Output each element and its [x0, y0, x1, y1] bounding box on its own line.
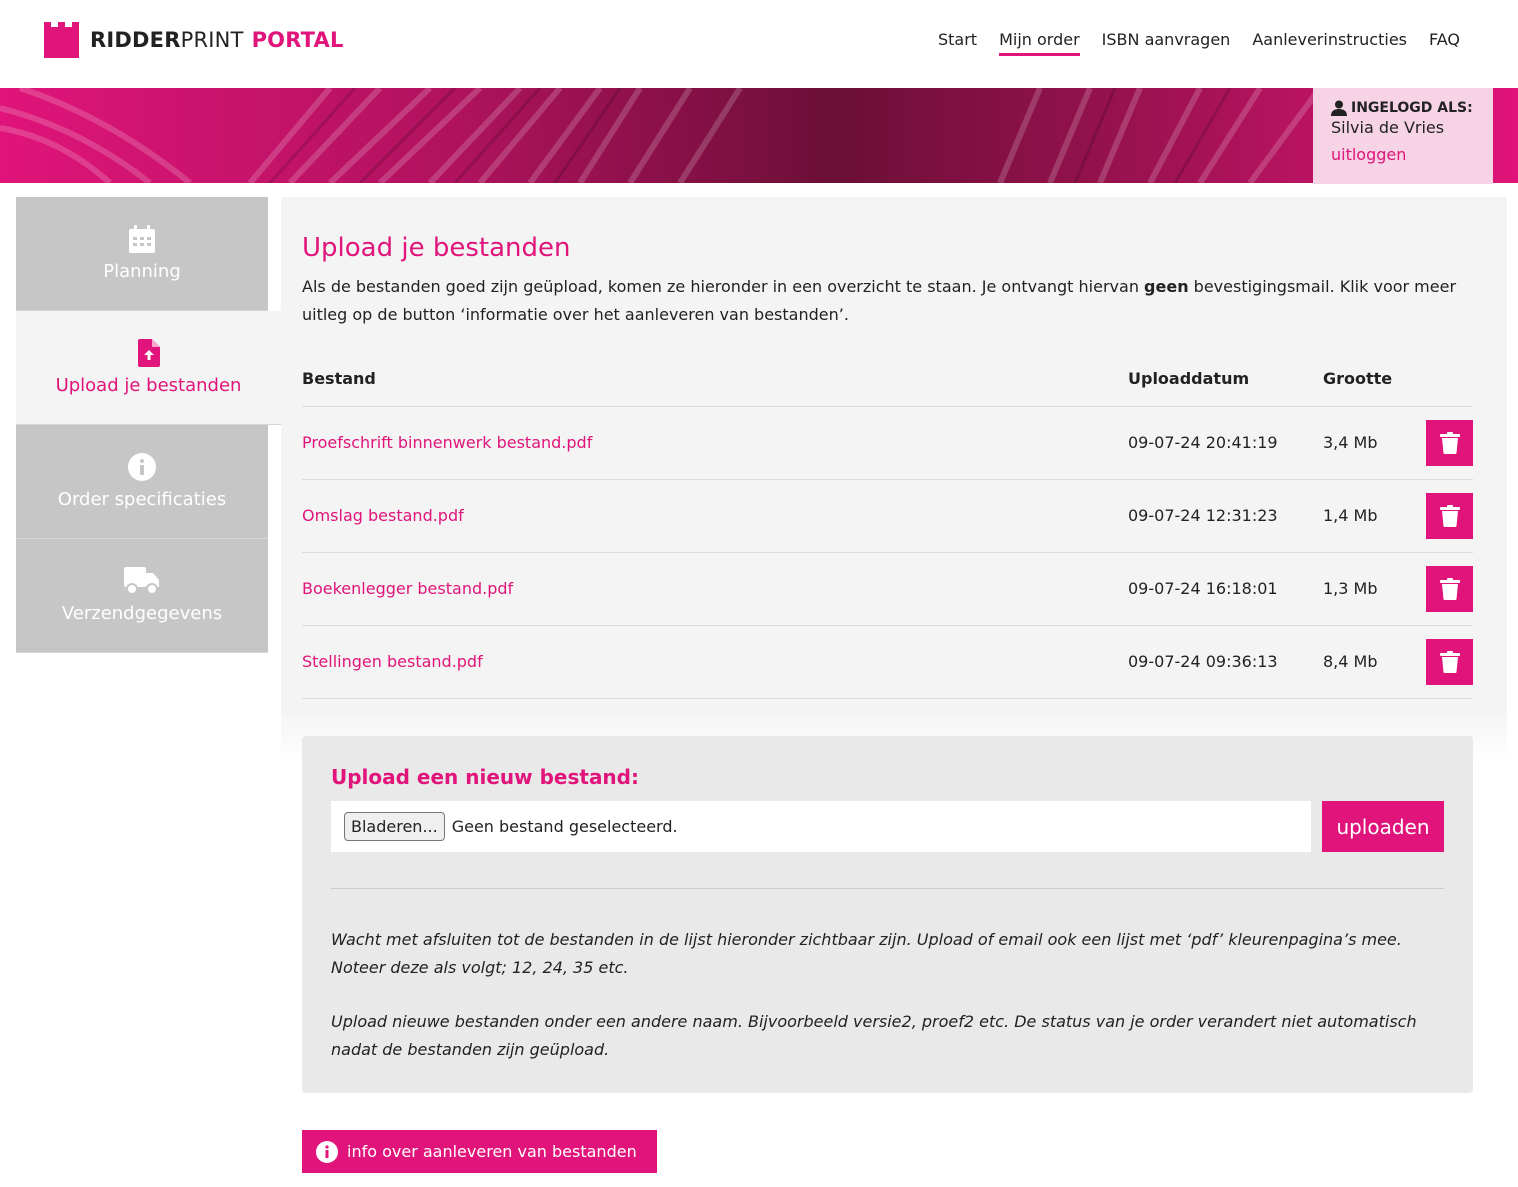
- browse-button[interactable]: Bladeren...: [344, 812, 445, 841]
- nav-aanleverinstructies[interactable]: Aanleverinstructies: [1252, 30, 1407, 56]
- table-row: Stellingen bestand.pdf 09-07-24 09:36:13 8…: [302, 626, 1473, 699]
- login-label-row: INGELOGD ALS:: [1331, 100, 1475, 116]
- column-header-grootte: Grootte: [1323, 369, 1393, 388]
- file-input[interactable]: Bladeren... Geen bestand geselecteerd.: [331, 801, 1311, 852]
- castle-logo-icon: [44, 22, 79, 58]
- book-pages-pattern: [0, 88, 1323, 183]
- upload-date: 09-07-24 16:18:01: [1128, 579, 1278, 598]
- table-row: Boekenlegger bestand.pdf 09-07-24 16:18:0…: [302, 553, 1473, 626]
- trash-icon: [1439, 578, 1460, 600]
- delete-file-button[interactable]: [1426, 420, 1473, 466]
- sidebar-item-verzendgegevens[interactable]: Verzendgegevens: [16, 539, 268, 653]
- divider: [331, 888, 1444, 889]
- nav-start[interactable]: Start: [938, 30, 977, 56]
- nav-isbn-aanvragen[interactable]: ISBN aanvragen: [1102, 30, 1231, 56]
- nav-mijn-order[interactable]: Mijn order: [999, 30, 1080, 56]
- main-nav: Start Mijn order ISBN aanvragen Aanlever…: [938, 30, 1460, 56]
- sidebar-item-order-specificaties[interactable]: Order specificaties: [16, 425, 268, 539]
- nav-faq[interactable]: FAQ: [1429, 30, 1460, 56]
- trash-icon: [1439, 505, 1460, 527]
- delete-file-button[interactable]: [1426, 566, 1473, 612]
- login-label: INGELOGD ALS:: [1351, 100, 1473, 116]
- logged-in-user-name: Silvia de Vries: [1331, 118, 1445, 137]
- upload-panel: Upload een nieuw bestand: Bladeren... Ge…: [302, 736, 1473, 1093]
- info-icon: [316, 1140, 338, 1163]
- file-link[interactable]: Boekenlegger bestand.pdf: [302, 579, 513, 598]
- trash-icon: [1439, 651, 1460, 673]
- page-title: Upload je bestanden: [302, 233, 571, 263]
- upload-title: Upload een nieuw bestand:: [331, 765, 639, 789]
- file-link[interactable]: Omslag bestand.pdf: [302, 506, 464, 525]
- info-icon: [128, 453, 156, 481]
- file-size: 1,4 Mb: [1323, 506, 1378, 525]
- file-size: 8,4 Mb: [1323, 652, 1378, 671]
- file-link[interactable]: Proefschrift binnenwerk bestand.pdf: [302, 433, 592, 452]
- upload-note-1: Wacht met afsluiten tot de bestanden in …: [331, 930, 1402, 977]
- column-header-uploaddatum: Uploaddatum: [1128, 369, 1250, 388]
- calendar-icon: [129, 225, 155, 253]
- upload-date: 09-07-24 20:41:19: [1128, 433, 1278, 452]
- header: RIDDERPRINT PORTAL Start Mijn order ISBN …: [0, 0, 1518, 88]
- upload-date: 09-07-24 12:31:23: [1128, 506, 1278, 525]
- sidebar: Planning Upload je bestanden Order speci…: [16, 197, 281, 653]
- sidebar-item-label: Order specificaties: [57, 489, 227, 510]
- upload-button[interactable]: uploaden: [1322, 801, 1444, 852]
- login-panel: INGELOGD ALS: Silvia de Vries uitloggen: [1313, 88, 1493, 184]
- upload-date: 09-07-24 09:36:13: [1128, 652, 1278, 671]
- file-size: 1,3 Mb: [1323, 579, 1378, 598]
- table-row: Proefschrift binnenwerk bestand.pdf 09-07…: [302, 407, 1473, 480]
- table-header: Bestand Uploaddatum Grootte: [302, 367, 1473, 407]
- sidebar-item-upload[interactable]: Upload je bestanden: [16, 311, 281, 425]
- banner-image: [0, 88, 1518, 183]
- brand-name: RIDDERPRINT PORTAL: [90, 28, 344, 52]
- sidebar-item-label: Upload je bestanden: [55, 375, 242, 396]
- user-icon: [1331, 100, 1347, 116]
- sidebar-item-label: Verzendgegevens: [61, 603, 223, 624]
- column-header-bestand: Bestand: [302, 369, 376, 388]
- intro-text: Als de bestanden goed zijn geüpload, kom…: [302, 273, 1482, 329]
- file-size: 3,4 Mb: [1323, 433, 1378, 452]
- table-row: Omslag bestand.pdf 09-07-24 12:31:23 1,4 M…: [302, 480, 1473, 553]
- truck-icon: [124, 567, 159, 595]
- logout-link[interactable]: uitloggen: [1331, 145, 1475, 164]
- file-upload-icon: [137, 339, 160, 367]
- sidebar-item-planning[interactable]: Planning: [16, 197, 268, 311]
- delete-file-button[interactable]: [1426, 493, 1473, 539]
- files-table: Bestand Uploaddatum Grootte Proefschrift…: [302, 367, 1473, 699]
- logo[interactable]: RIDDERPRINT PORTAL: [44, 22, 344, 58]
- upload-note-2: Upload nieuwe bestanden onder een andere…: [331, 1012, 1417, 1059]
- intro-text-part: Als de bestanden goed zijn geüpload, kom…: [302, 277, 1145, 296]
- intro-text-bold: geen: [1144, 277, 1189, 296]
- info-aanleveren-button[interactable]: info over aanleveren van bestanden: [302, 1130, 657, 1173]
- info-button-label: info over aanleveren van bestanden: [347, 1142, 637, 1161]
- trash-icon: [1439, 432, 1460, 454]
- main-content: Upload je bestanden Als de bestanden goe…: [281, 197, 1507, 1187]
- no-file-selected-text: Geen bestand geselecteerd.: [451, 817, 678, 836]
- delete-file-button[interactable]: [1426, 639, 1473, 685]
- sidebar-item-label: Planning: [103, 261, 181, 282]
- file-link[interactable]: Stellingen bestand.pdf: [302, 652, 483, 671]
